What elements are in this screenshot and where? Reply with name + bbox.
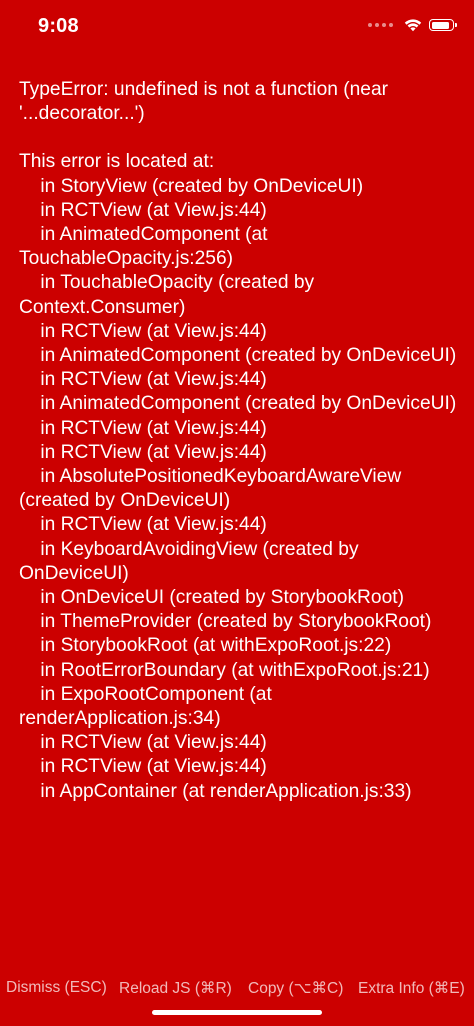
copy-button[interactable]: Copy (⌥⌘C): [248, 979, 343, 998]
signal-dots-icon: [368, 23, 393, 27]
stack-line: in RCTView (at View.js:44): [19, 756, 267, 778]
status-icons: [368, 18, 457, 32]
stack-line: in RCTView (at View.js:44): [19, 441, 267, 463]
stack-line: in AppContainer (at renderApplication.js…: [19, 780, 412, 802]
stack-line: in RCTView (at View.js:44): [19, 320, 267, 342]
error-screen: TypeError: undefined is not a function (…: [19, 78, 459, 804]
reload-js-button[interactable]: Reload JS (⌘R): [119, 979, 232, 998]
stack-line: in AnimatedComponent (created by OnDevic…: [19, 393, 457, 415]
error-message: TypeError: undefined is not a function (…: [19, 79, 394, 125]
stack-line: in AnimatedComponent (at TouchableOpacit…: [19, 224, 273, 270]
stack-line: in RCTView (at View.js:44): [19, 514, 267, 536]
stack-line: in KeyboardAvoidingView (created by OnDe…: [19, 538, 364, 584]
stack-line: in ExpoRootComponent (at renderApplicati…: [19, 683, 278, 730]
stack-line: in RCTView (at View.js:44): [19, 199, 267, 221]
stack-line: in StorybookRoot (at withExpoRoot.js:22): [19, 635, 392, 657]
stack-line: in RCTView (at View.js:44): [19, 369, 267, 391]
dismiss-button[interactable]: Dismiss (ESC): [6, 979, 107, 997]
extra-info-button[interactable]: Extra Info (⌘E): [358, 979, 465, 998]
stack-line: in AbsolutePositionedKeyboardAwareView (…: [19, 466, 407, 512]
component-stack: in StoryView (created by OnDeviceUI) in …: [19, 175, 459, 804]
stack-line: in OnDeviceUI (created by StorybookRoot): [19, 587, 404, 609]
stack-line: in RCTView (at View.js:44): [19, 417, 267, 439]
error-actions-bar: Dismiss (ESC) Reload JS (⌘R) Copy (⌥⌘C) …: [0, 974, 474, 1002]
stack-line: in RootErrorBoundary (at withExpoRoot.js…: [19, 659, 430, 681]
stack-header: This error is located at:: [19, 151, 215, 173]
stack-line: in RCTView (at View.js:44): [19, 732, 267, 754]
status-time: 9:08: [38, 15, 79, 37]
stack-line: in StoryView (created by OnDeviceUI): [19, 175, 364, 197]
battery-icon: [429, 19, 457, 31]
status-bar: 9:08: [0, 0, 474, 60]
wifi-icon: [404, 19, 422, 32]
stack-line: in AnimatedComponent (created by OnDevic…: [19, 345, 457, 367]
home-indicator: [152, 1010, 322, 1015]
stack-line: in TouchableOpacity (created by Context.…: [19, 272, 320, 318]
stack-line: in ThemeProvider (created by StorybookRo…: [19, 611, 432, 633]
